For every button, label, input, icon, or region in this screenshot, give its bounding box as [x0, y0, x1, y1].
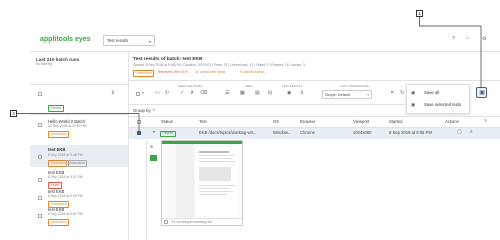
callout-2-leader — [17, 113, 140, 131]
